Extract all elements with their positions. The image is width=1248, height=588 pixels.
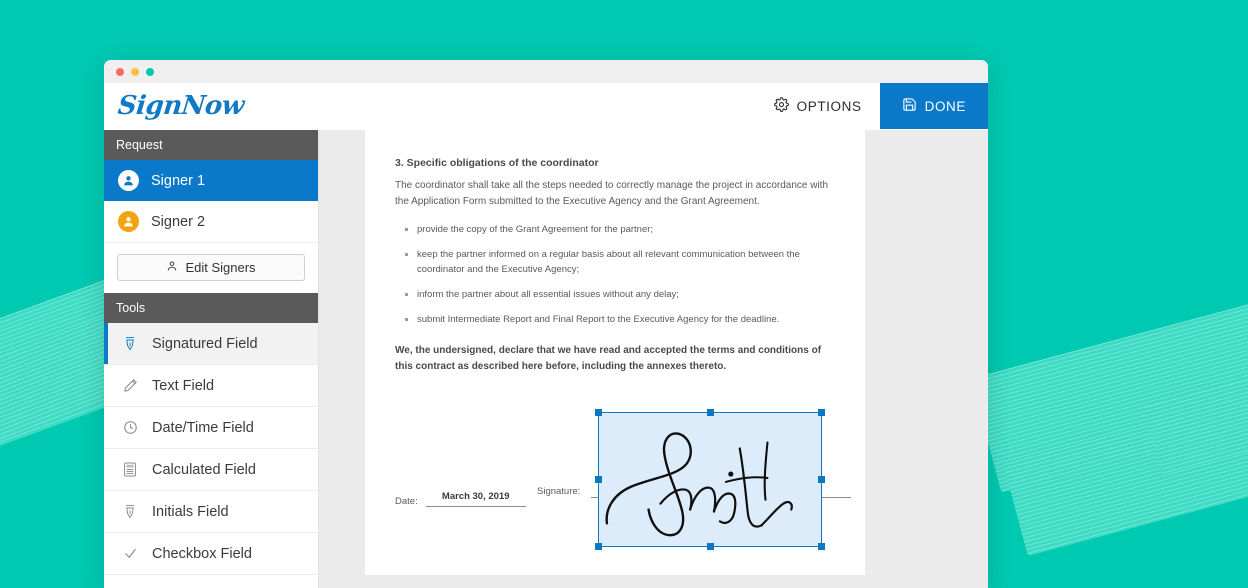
date-value-field[interactable]: March 30, 2019: [425, 486, 526, 507]
resize-handle-s[interactable]: [706, 543, 714, 550]
resize-handle-e[interactable]: [818, 476, 825, 483]
avatar-signer-2: [118, 211, 139, 232]
document-bullet-item: keep the partner informed on a regular b…: [395, 247, 835, 277]
document-bullet-item: provide the copy of the Grant Agreement …: [395, 222, 835, 237]
edit-signers-button-label: Edit Signers: [185, 260, 256, 275]
date-value: March 30, 2019: [441, 491, 510, 502]
sidebar-item-signatured-field[interactable]: Signatured Field: [104, 323, 318, 365]
document-page: 3. Specific obligations of the coordinat…: [365, 130, 865, 575]
brand-logo[interactable]: SignNow: [104, 83, 246, 129]
header-actions: OPTIONS DONE: [756, 83, 988, 129]
save-icon: [902, 97, 917, 115]
options-button-label: OPTIONS: [796, 98, 862, 114]
sidebar-item-signer-2-label: Signer 2: [151, 213, 206, 230]
sidebar-item-checkbox-field-label: Checkbox Field: [152, 545, 252, 562]
sidebar-item-text-field-label: Text Field: [152, 377, 215, 394]
resize-handle-se[interactable]: [818, 543, 825, 550]
resize-handle-w[interactable]: [595, 476, 602, 483]
document-bullet-list: provide the copy of the Grant Agreement …: [395, 222, 835, 327]
sidebar-item-checkbox-field[interactable]: Checkbox Field: [104, 533, 318, 575]
date-group: Date: March 30, 2019: [395, 486, 526, 507]
edit-signers-button[interactable]: Edit Signers: [117, 254, 305, 281]
signature-label: Signature:: [537, 486, 581, 497]
document-canvas[interactable]: 3. Specific obligations of the coordinat…: [319, 130, 988, 588]
window-titlebar: [104, 60, 988, 83]
clock-icon: [122, 420, 138, 436]
resize-handle-n[interactable]: [706, 409, 714, 416]
calculator-icon: [122, 462, 138, 478]
person-icon: [166, 260, 178, 275]
sidebar-item-initials-field-label: Initials Field: [152, 503, 229, 520]
avatar-signer-1: [118, 170, 139, 191]
sidebar-item-date-time-field[interactable]: Date/Time Field: [104, 407, 318, 449]
resize-handle-sw[interactable]: [595, 543, 602, 550]
sidebar-item-radio-button-group[interactable]: Radio Button Group: [104, 575, 318, 588]
sidebar-item-text-field[interactable]: Text Field: [104, 365, 318, 407]
resize-handle-ne[interactable]: [818, 409, 825, 416]
sidebar-item-signer-1-label: Signer 1: [151, 172, 206, 189]
sidebar-item-calculated-field-label: Calculated Field: [152, 461, 256, 478]
request-section-header: Request: [104, 130, 318, 160]
brand-logo-text: SignNow: [116, 91, 246, 121]
document-bullet-item: inform the partner about all essential i…: [395, 287, 835, 302]
document-bullet-item: submit Intermediate Report and Final Rep…: [395, 312, 835, 327]
tools-section-header: Tools: [104, 293, 318, 323]
sidebar-item-signatured-field-label: Signatured Field: [152, 335, 258, 352]
resize-handle-nw[interactable]: [595, 409, 602, 416]
pen-nib-icon: [122, 504, 138, 520]
done-button-label: DONE: [924, 98, 966, 114]
document-declaration: We, the undersigned, declare that we hav…: [395, 345, 822, 372]
checkmark-icon: [122, 546, 138, 562]
done-button[interactable]: DONE: [879, 83, 988, 129]
options-button[interactable]: OPTIONS: [756, 83, 880, 129]
signature-group: Signature:: [537, 486, 580, 497]
zoom-window-dot[interactable]: [146, 67, 154, 76]
pen-nib-icon: [122, 336, 138, 352]
sidebar-item-initials-field[interactable]: Initials Field: [104, 491, 318, 533]
window-body: Request Signer 1 Signer 2 Edit Signers T…: [104, 130, 988, 588]
sidebar-item-date-time-field-label: Date/Time Field: [152, 419, 254, 436]
pencil-icon: [122, 378, 138, 394]
minimize-window-dot[interactable]: [131, 67, 139, 76]
document-heading: 3. Specific obligations of the coordinat…: [395, 157, 599, 169]
signature-ink: [605, 432, 793, 537]
gear-icon: [773, 97, 789, 115]
sidebar-item-calculated-field[interactable]: Calculated Field: [104, 449, 318, 491]
edit-signers-wrapper: Edit Signers: [104, 243, 318, 293]
signature-field-selected[interactable]: [595, 409, 825, 550]
document-paragraph: The coordinator shall take all the steps…: [395, 180, 829, 207]
sidebar: Request Signer 1 Signer 2 Edit Signers T…: [104, 130, 319, 588]
signature-area: Date: March 30, 2019 Signature:: [395, 400, 851, 550]
sidebar-item-signer-1[interactable]: Signer 1: [104, 160, 318, 201]
app-header: SignNow OPTIONS DONE: [104, 83, 988, 130]
close-window-dot[interactable]: [116, 67, 124, 76]
date-label: Date:: [395, 496, 418, 507]
sidebar-item-signer-2[interactable]: Signer 2: [104, 201, 318, 243]
application-window: SignNow OPTIONS DONE Request Signer 1 Si…: [104, 60, 988, 588]
